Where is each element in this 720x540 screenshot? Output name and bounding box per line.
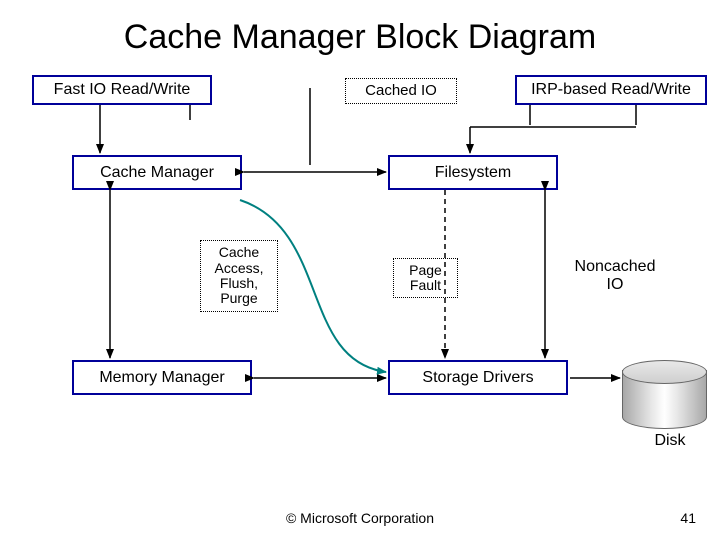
page-title: Cache Manager Block Diagram: [0, 18, 720, 57]
label-noncached-io: Noncached IO: [560, 258, 670, 293]
box-storage-drivers: Storage Drivers: [388, 360, 568, 395]
label-disk: Disk: [640, 432, 700, 450]
box-memory-manager: Memory Manager: [72, 360, 252, 395]
box-page-fault: Page Fault: [393, 258, 458, 298]
box-filesystem: Filesystem: [388, 155, 558, 190]
box-fast-io: Fast IO Read/Write: [32, 75, 212, 105]
box-irp: IRP-based Read/Write: [515, 75, 707, 105]
box-cache-manager: Cache Manager: [72, 155, 242, 190]
box-cached-io: Cached IO: [345, 78, 457, 104]
disk-cylinder-top: [622, 360, 707, 384]
footer-page-number: 41: [680, 510, 696, 526]
footer-copyright: © Microsoft Corporation: [0, 510, 720, 526]
box-cache-access: Cache Access, Flush, Purge: [200, 240, 278, 312]
